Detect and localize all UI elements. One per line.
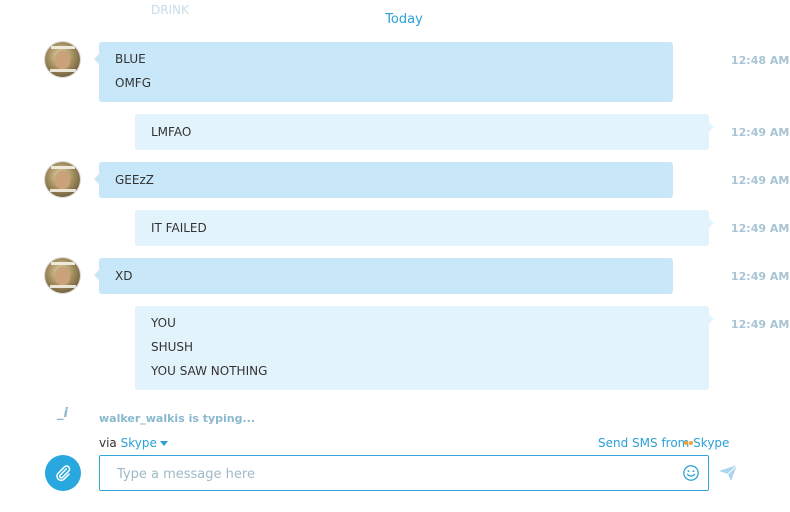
- date-separator: Today: [385, 12, 423, 27]
- incoming-message-bubble[interactable]: BLUE OMFG: [94, 42, 673, 102]
- incoming-message-bubble[interactable]: XD: [94, 258, 673, 294]
- message-timestamp: 12:48 AM: [731, 54, 790, 67]
- via-prefix: via: [99, 436, 117, 450]
- pencil-typing-icon: _i: [57, 406, 68, 421]
- message-input[interactable]: [115, 456, 659, 492]
- chevron-down-icon: [159, 441, 168, 446]
- message-timestamp: 12:49 AM: [731, 222, 790, 235]
- via-service-label: Skype: [120, 436, 157, 450]
- message-line: BLUE: [115, 52, 146, 66]
- message-timestamp: 12:49 AM: [731, 270, 790, 283]
- message-line: OMFG: [115, 76, 151, 90]
- sender-avatar[interactable]: [45, 258, 80, 293]
- sender-avatar[interactable]: [45, 162, 80, 197]
- via-line: via Skype: [99, 436, 168, 450]
- sender-avatar[interactable]: [45, 42, 80, 77]
- smiley-icon[interactable]: [682, 464, 700, 482]
- message-line: YOU: [151, 316, 176, 330]
- send-sms-link[interactable]: Send SMS from Skype: [598, 436, 729, 450]
- paper-plane-icon[interactable]: [718, 464, 738, 482]
- message-line: LMFAO: [151, 125, 192, 139]
- message-timestamp: 12:49 AM: [731, 174, 790, 187]
- message-timestamp: 12:49 AM: [731, 318, 790, 331]
- message-compose-box[interactable]: [99, 455, 709, 492]
- outgoing-message-bubble[interactable]: YOU SHUSH YOU SAW NOTHING: [135, 306, 714, 390]
- typing-indicator: walker_walkis is typing...: [99, 412, 256, 425]
- message-line: IT FAILED: [151, 221, 207, 235]
- outgoing-message-bubble[interactable]: LMFAO: [135, 114, 714, 150]
- attach-file-button[interactable]: [45, 455, 81, 491]
- incoming-message-bubble[interactable]: GEEzZ: [94, 162, 673, 198]
- message-line: GEEzZ: [115, 173, 154, 187]
- paperclip-icon: [56, 465, 71, 482]
- outgoing-message-bubble[interactable]: IT FAILED: [135, 210, 714, 246]
- message-line: YOU SAW NOTHING: [151, 364, 268, 378]
- message-line: SHUSH: [151, 340, 194, 354]
- via-service-dropdown[interactable]: Skype: [121, 436, 168, 450]
- message-timestamp: 12:49 AM: [731, 126, 790, 139]
- message-line: XD: [115, 269, 133, 283]
- sms-dots-icon: [684, 434, 698, 459]
